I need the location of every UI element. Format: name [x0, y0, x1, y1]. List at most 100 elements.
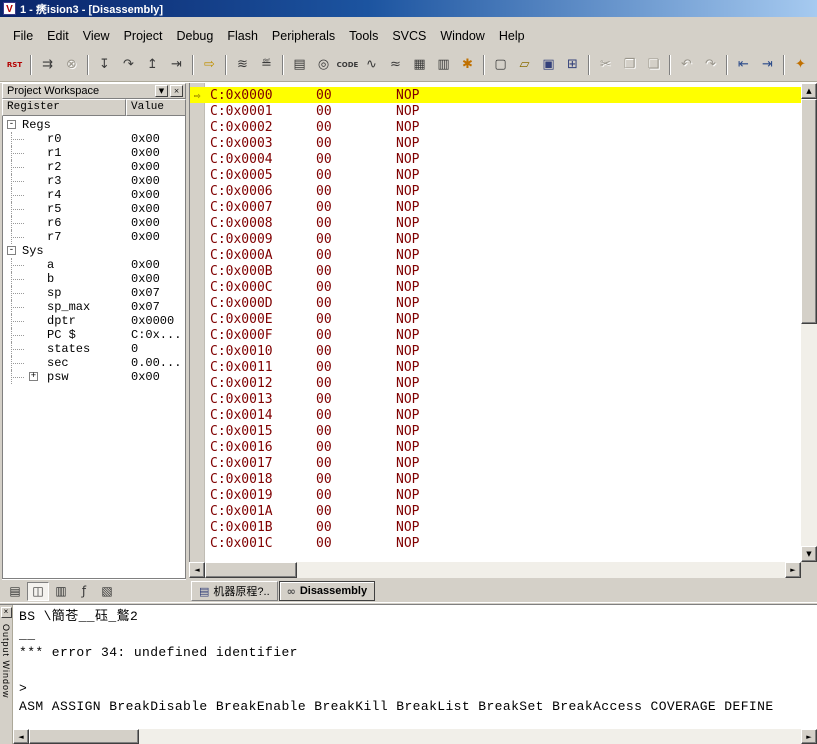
workspace-menu-button[interactable]: ▼: [155, 85, 168, 97]
step-into-button[interactable]: ↧: [93, 54, 116, 76]
save-all-button[interactable]: ⊞: [561, 54, 584, 76]
scroll-left-button[interactable]: ◄: [189, 562, 205, 578]
disassembly-row[interactable]: C:0x000600NOP: [190, 183, 801, 199]
disassembly-row[interactable]: C:0x000F00NOP: [190, 327, 801, 343]
workspace-close-button[interactable]: ×: [170, 85, 183, 97]
disassembly-row[interactable]: C:0x001C00NOP: [190, 535, 801, 551]
trace-record-button[interactable]: ≋: [231, 54, 254, 76]
disassembly-row[interactable]: C:0x001200NOP: [190, 375, 801, 391]
code-coverage-button[interactable]: CODE: [336, 54, 359, 76]
find-in-files-button[interactable]: ◈: [813, 54, 817, 76]
run-to-cursor-button[interactable]: ⇥: [165, 54, 188, 76]
vertical-scrollbar[interactable]: ▲ ▼: [801, 83, 817, 562]
register-row-sys[interactable]: -Sys: [3, 244, 185, 258]
collapse-icon[interactable]: -: [7, 246, 16, 255]
halt-button[interactable]: ⊗: [60, 54, 83, 76]
disassembly-row[interactable]: C:0x000900NOP: [190, 231, 801, 247]
configure-tools-button[interactable]: ✦: [789, 54, 812, 76]
register-row-r4[interactable]: r40x00: [3, 188, 185, 202]
run-button[interactable]: ⇉: [36, 54, 59, 76]
register-row-sp[interactable]: sp0x07: [3, 286, 185, 300]
title-bar[interactable]: V 1 - 痜ision3 - [Disassembly]: [0, 0, 817, 17]
vertical-scroll-thumb[interactable]: [801, 99, 817, 324]
register-row-r2[interactable]: r20x00: [3, 160, 185, 174]
register-row-b[interactable]: b0x00: [3, 272, 185, 286]
menu-flash[interactable]: Flash: [220, 26, 265, 46]
tab-disassembly[interactable]: ∞Disassembly: [279, 581, 375, 601]
scroll-up-button[interactable]: ▲: [801, 83, 817, 99]
vertical-scroll-track[interactable]: [801, 99, 817, 546]
disassembly-row[interactable]: C:0x001800NOP: [190, 471, 801, 487]
step-out-button[interactable]: ↥: [141, 54, 164, 76]
register-row-sec[interactable]: sec0.00...: [3, 356, 185, 370]
menu-debug[interactable]: Debug: [169, 26, 220, 46]
copy-button[interactable]: ❐: [618, 54, 641, 76]
disassembly-row[interactable]: C:0x000400NOP: [190, 151, 801, 167]
register-row-r7[interactable]: r70x00: [3, 230, 185, 244]
workspace-title-bar[interactable]: Project Workspace ▼ ×: [2, 83, 186, 99]
functions-tab[interactable]: ƒ: [73, 582, 95, 601]
register-row-psw[interactable]: +psw0x00: [3, 370, 185, 384]
menu-edit[interactable]: Edit: [40, 26, 76, 46]
disassembly-row[interactable]: C:0x000E00NOP: [190, 311, 801, 327]
unindent-button[interactable]: ⇤: [732, 54, 755, 76]
disassembly-row[interactable]: C:0x000100NOP: [190, 103, 801, 119]
indent-button[interactable]: ⇥: [756, 54, 779, 76]
output-scroll-track[interactable]: [29, 729, 801, 744]
save-button[interactable]: ▣: [537, 54, 560, 76]
menu-window[interactable]: Window: [433, 26, 491, 46]
menu-view[interactable]: View: [76, 26, 117, 46]
show-next-statement-button[interactable]: ⇨: [198, 54, 221, 76]
disassembly-row[interactable]: C:0x001900NOP: [190, 487, 801, 503]
menu-peripherals[interactable]: Peripherals: [265, 26, 342, 46]
disassembly-row[interactable]: C:0x000300NOP: [190, 135, 801, 151]
collapse-icon[interactable]: -: [7, 120, 16, 129]
register-row-sp-max[interactable]: sp_max0x07: [3, 300, 185, 314]
output-lines[interactable]: BS \簡苍__砡_鸄2__*** error 34: undefined id…: [13, 605, 817, 729]
register-row-states[interactable]: states0: [3, 342, 185, 356]
menu-file[interactable]: File: [6, 26, 40, 46]
open-file-button[interactable]: ▱: [513, 54, 536, 76]
scroll-down-button[interactable]: ▼: [801, 546, 817, 562]
command-window-button[interactable]: ▤: [288, 54, 311, 76]
paste-button[interactable]: ❏: [642, 54, 665, 76]
scroll-right-button[interactable]: ►: [801, 729, 817, 744]
scroll-left-button[interactable]: ◄: [13, 729, 29, 744]
redo-button[interactable]: ↷: [699, 54, 722, 76]
register-row-pc[interactable]: PC $C:0x...: [3, 328, 185, 342]
register-row-regs[interactable]: -Regs: [3, 118, 185, 132]
disassembly-row[interactable]: C:0x000200NOP: [190, 119, 801, 135]
regs-tab[interactable]: ◫: [27, 582, 49, 601]
tab-source-file[interactable]: ▤机器原程?..: [191, 581, 278, 601]
menu-svcs[interactable]: SVCS: [385, 26, 433, 46]
serial-window-button[interactable]: ∿: [360, 54, 383, 76]
register-row-r0[interactable]: r00x00: [3, 132, 185, 146]
memory-window-button[interactable]: ▦: [408, 54, 431, 76]
toolbox-button[interactable]: ✱: [456, 54, 479, 76]
register-row-r5[interactable]: r50x00: [3, 202, 185, 216]
step-over-button[interactable]: ↷: [117, 54, 140, 76]
register-row-r1[interactable]: r10x00: [3, 146, 185, 160]
disassembly-row[interactable]: C:0x001100NOP: [190, 359, 801, 375]
disassembly-row[interactable]: C:0x000A00NOP: [190, 247, 801, 263]
templates-tab[interactable]: ▧: [96, 582, 118, 601]
disassembly-row[interactable]: C:0x001600NOP: [190, 439, 801, 455]
horizontal-scroll-thumb[interactable]: [205, 562, 297, 578]
scroll-right-button[interactable]: ►: [785, 562, 801, 578]
horizontal-scroll-track[interactable]: [205, 562, 785, 578]
disassembly-row[interactable]: C:0x000500NOP: [190, 167, 801, 183]
new-file-button[interactable]: ▢: [489, 54, 512, 76]
reset-cpu-button[interactable]: RST: [3, 54, 26, 76]
expand-icon[interactable]: +: [29, 372, 38, 381]
register-column-header[interactable]: Register: [2, 99, 126, 116]
disassembly-row[interactable]: C:0x001400NOP: [190, 407, 801, 423]
disassembly-row[interactable]: C:0x000800NOP: [190, 215, 801, 231]
trace-view-button[interactable]: ≝: [255, 54, 278, 76]
disassembly-row[interactable]: C:0x001300NOP: [190, 391, 801, 407]
disassembly-window-button[interactable]: ◎: [312, 54, 335, 76]
disassembly-row[interactable]: C:0x000700NOP: [190, 199, 801, 215]
books-tab[interactable]: ▥: [50, 582, 72, 601]
value-column-header[interactable]: Value: [126, 99, 186, 116]
disassembly-row[interactable]: ⇨C:0x000000NOP: [190, 87, 801, 103]
disassembly-row[interactable]: C:0x001A00NOP: [190, 503, 801, 519]
